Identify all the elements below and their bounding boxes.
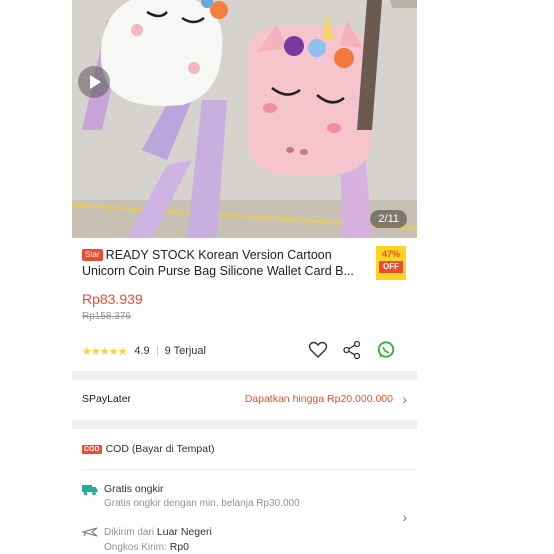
image-counter: 2/11 <box>370 210 407 228</box>
original-price: Rp158.376 <box>82 311 131 322</box>
product-page: 2/11 Star READY STOCK Korean Version Cart… <box>72 0 417 554</box>
rating-stars-icon: ★★★★★ <box>82 345 127 358</box>
product-photo <box>72 0 417 238</box>
section-divider <box>72 420 417 429</box>
plane-icon <box>80 526 98 541</box>
spaylater-offer: Dapatkan hingga Rp20.000.000 <box>244 393 393 405</box>
discount-off-label: OFF <box>379 261 403 273</box>
rating-value: 4.9 <box>134 345 150 357</box>
product-title-block: Star READY STOCK Korean Version Cartoon U… <box>82 247 377 279</box>
rating-row[interactable]: ★★★★★ 4.9 9 Terjual <box>82 342 206 360</box>
product-image[interactable]: 2/11 <box>72 0 417 238</box>
shipping-cost-value: Rp0 <box>169 541 189 553</box>
free-shipping-detail: Gratis ongkir dengan min. belanja Rp30.0… <box>104 498 300 509</box>
truck-icon <box>82 484 98 499</box>
heart-icon[interactable] <box>308 340 328 360</box>
discount-percent: 47% <box>381 249 400 259</box>
ship-from-prefix: Dikirim dari <box>104 527 154 538</box>
product-actions <box>308 340 396 360</box>
cod-label: COD (Bayar di Tempat) <box>105 443 215 455</box>
chevron-right-icon: › <box>402 391 407 407</box>
ship-from-line: Dikirim dari Luar Negeri <box>104 526 212 538</box>
star-seller-badge: Star <box>82 249 103 261</box>
free-shipping-title: Gratis ongkir <box>104 483 164 495</box>
shipping-cost-prefix: Ongkos Kirim: <box>104 542 167 553</box>
chevron-right-icon: › <box>402 509 407 525</box>
discount-badge: 47% OFF <box>376 246 406 280</box>
thin-divider <box>82 469 417 470</box>
section-divider <box>72 371 417 380</box>
shipping-cost-line: Ongkos Kirim: Rp0 <box>104 541 189 553</box>
cod-badge: COD <box>82 445 102 454</box>
share-icon[interactable] <box>342 340 362 360</box>
ship-from-location: Luar Negeri <box>156 526 212 538</box>
rating-divider <box>156 346 158 356</box>
spaylater-row[interactable]: SPayLater Dapatkan hingga Rp20.000.000 › <box>82 391 407 409</box>
product-price: Rp83.939 <box>82 291 143 307</box>
product-title: READY STOCK Korean Version Cartoon Unico… <box>82 248 354 278</box>
whatsapp-icon[interactable] <box>376 340 396 360</box>
sold-count: 9 Terjual <box>164 345 206 357</box>
cod-row: COD COD (Bayar di Tempat) <box>82 443 407 459</box>
video-play-button[interactable] <box>78 66 110 98</box>
spaylater-label: SPayLater <box>82 393 132 405</box>
shipping-row[interactable]: Gratis ongkir Gratis ongkir dengan min. … <box>80 482 407 553</box>
